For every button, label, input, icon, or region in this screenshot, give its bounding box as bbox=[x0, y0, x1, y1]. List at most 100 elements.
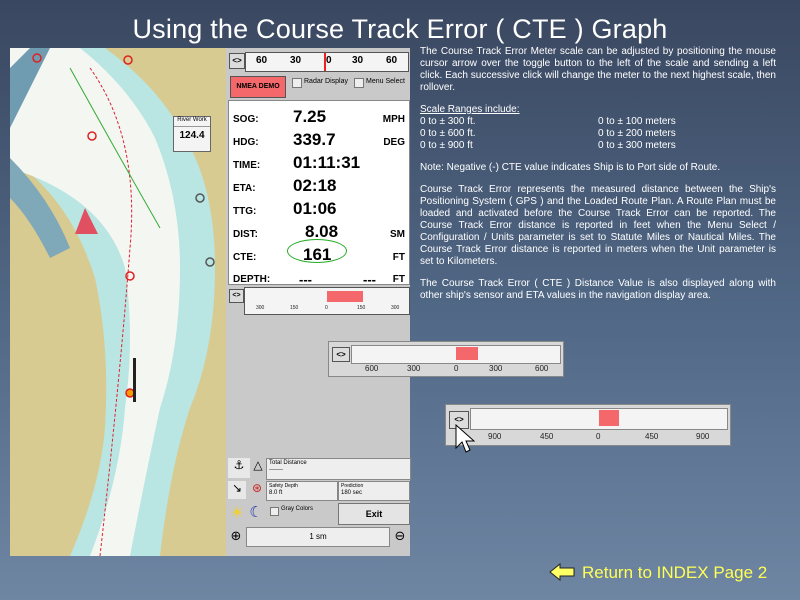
eta-label: ETA: bbox=[233, 183, 256, 194]
meter600-toggle-button[interactable]: <> bbox=[332, 347, 350, 362]
gray-colors-label: Gray Colors bbox=[281, 506, 314, 512]
mouse-cursor-icon bbox=[455, 424, 475, 453]
zoom-in-icon[interactable]: ⊕ bbox=[228, 528, 244, 544]
range-m: 0 to ± 100 meters bbox=[598, 116, 676, 127]
meter600-bar bbox=[456, 347, 478, 360]
sog-row: SOG: 7.25 MPH bbox=[233, 105, 405, 127]
top-scale-tick: 0 bbox=[326, 55, 332, 66]
time-label: TIME: bbox=[233, 160, 261, 171]
depth-value: --- bbox=[299, 272, 312, 287]
description-text: The Course Track Error Meter scale can b… bbox=[420, 46, 776, 312]
sun-icon[interactable]: ☀ bbox=[228, 503, 246, 523]
range-ft: 0 to ± 300 ft. bbox=[420, 116, 476, 127]
depth-unit: FT bbox=[392, 274, 405, 285]
lifebuoy-icon[interactable]: ⊛ bbox=[248, 481, 266, 499]
dist-label: DIST: bbox=[233, 229, 258, 240]
meter900-tick: 450 bbox=[540, 432, 554, 441]
ranges-heading: Scale Ranges include: bbox=[420, 104, 520, 115]
ttg-row: TTG: 01:06 bbox=[233, 197, 405, 219]
prediction-value: 180 sec bbox=[341, 490, 363, 496]
prediction-box[interactable]: Prediction 180 sec bbox=[338, 481, 410, 501]
range-row: 0 to ± 300 ft. 0 to ± 100 meters bbox=[420, 116, 776, 128]
cte-mini-tick: 150 bbox=[290, 305, 299, 311]
hdg-value: 339.7 bbox=[293, 130, 336, 149]
safety-depth-box[interactable]: Safety Depth 8.0 ft bbox=[266, 481, 338, 501]
left-arrow-icon[interactable] bbox=[549, 563, 575, 581]
hdg-unit: DEG bbox=[383, 137, 405, 148]
time-row: TIME: 01:11:31 bbox=[233, 151, 405, 173]
anchor-icon[interactable]: ⚓ bbox=[228, 458, 250, 478]
top-scale-toggle-button[interactable]: <> bbox=[229, 53, 245, 69]
nmea-demo-button[interactable]: NMEA DEMO bbox=[230, 76, 286, 98]
menu-select-checkbox[interactable] bbox=[354, 78, 364, 88]
cte-label: CTE: bbox=[233, 252, 257, 263]
radar-display-label: Radar Display bbox=[304, 78, 348, 85]
cte-mini-bar bbox=[327, 291, 363, 302]
sog-value: 7.25 bbox=[293, 107, 327, 126]
sog-unit: MPH bbox=[382, 114, 405, 125]
cte-row: CTE: 161 FT bbox=[233, 239, 405, 265]
meter900-bar bbox=[599, 410, 619, 426]
time-value: 01:11:31 bbox=[293, 153, 361, 172]
nautical-chart[interactable]: River Work 124.4 bbox=[10, 48, 226, 556]
depth-label: DEPTH: bbox=[233, 274, 271, 285]
meter900-tick: 0 bbox=[596, 432, 601, 441]
meter600-tick: 0 bbox=[454, 364, 459, 373]
river-work-value: 124.4 bbox=[174, 126, 210, 141]
eta-row: ETA: 02:18 bbox=[233, 174, 405, 196]
cte-meter-600: <> 600 300 0 300 600 bbox=[328, 341, 564, 377]
meter600-tick: 600 bbox=[535, 364, 549, 373]
meter600-tick: 300 bbox=[489, 364, 503, 373]
exit-button[interactable]: Exit bbox=[338, 503, 410, 525]
range-row: 0 to ± 900 ft 0 to ± 300 meters bbox=[420, 140, 776, 152]
total-distance-value: ------- bbox=[269, 467, 283, 473]
description-p4: The Course Track Error ( CTE ) Distance … bbox=[420, 278, 776, 301]
hdg-label: HDG: bbox=[233, 137, 259, 148]
heading-marker bbox=[324, 53, 326, 71]
safety-depth-label: Safety Depth bbox=[269, 483, 298, 489]
depth-icon[interactable]: ↘ bbox=[228, 481, 246, 499]
cte-mini-tick: 150 bbox=[357, 305, 366, 311]
cte-mini-meter: 300 150 0 150 300 bbox=[244, 287, 410, 315]
zoom-out-icon[interactable]: ⊖ bbox=[392, 528, 408, 544]
zoom-scale-value: 1 sm bbox=[309, 532, 327, 541]
meter600-tick: 300 bbox=[407, 364, 421, 373]
cte-mini-tick: 0 bbox=[325, 305, 328, 311]
moon-icon[interactable]: ☾ bbox=[247, 503, 265, 523]
top-scale-tick: 60 bbox=[386, 55, 398, 66]
cte-value: 161 bbox=[303, 245, 332, 264]
prediction-label: Prediction bbox=[341, 483, 364, 489]
range-ft: 0 to ± 900 ft bbox=[420, 140, 473, 151]
navigation-readout: SOG: 7.25 MPH HDG: 339.7 DEG TIME: 01:11… bbox=[228, 100, 410, 287]
river-work-box: River Work 124.4 bbox=[173, 116, 211, 152]
cte-scale-toggle-button[interactable]: <> bbox=[229, 289, 244, 303]
river-work-label: River Work bbox=[177, 117, 207, 123]
depth-value-secondary: --- bbox=[363, 272, 376, 287]
return-index-link[interactable]: Return to INDEX Page 2 bbox=[582, 563, 767, 583]
cte-meter-900: <> 900 450 0 450 900 bbox=[445, 404, 731, 446]
triangle-icon[interactable]: △ bbox=[251, 458, 265, 478]
top-scale-tick: 30 bbox=[290, 55, 302, 66]
meter900-tick: 900 bbox=[488, 432, 502, 441]
gray-colors-checkbox[interactable] bbox=[270, 507, 279, 516]
description-p1: The Course Track Error Meter scale can b… bbox=[420, 46, 776, 93]
page-title: Using the Course Track Error ( CTE ) Gra… bbox=[132, 14, 668, 44]
range-m: 0 to ± 300 meters bbox=[598, 140, 676, 151]
cte-mini-tick: 300 bbox=[391, 305, 400, 311]
zoom-scale-select[interactable]: 1 sm bbox=[246, 527, 390, 547]
top-scale-tick: 30 bbox=[352, 55, 364, 66]
radar-display-checkbox[interactable] bbox=[292, 78, 302, 88]
range-row: 0 to ± 600 ft. 0 to ± 200 meters bbox=[420, 128, 776, 140]
total-distance-label: Total Distance bbox=[269, 460, 307, 466]
total-distance-box: Total Distance ------- bbox=[266, 458, 411, 480]
top-scale-tick: 60 bbox=[256, 55, 268, 66]
menu-select-label: Menu Select bbox=[366, 78, 405, 85]
meter900-tick: 450 bbox=[645, 432, 659, 441]
safety-depth-value: 8.0 ft bbox=[269, 490, 283, 496]
dist-unit: SM bbox=[390, 229, 405, 240]
hdg-row: HDG: 339.7 DEG bbox=[233, 128, 405, 150]
description-p2: Note: Negative (-) CTE value indicates S… bbox=[420, 162, 721, 173]
ttg-value: 01:06 bbox=[293, 199, 337, 218]
depth-row: DEPTH: --- --- FT bbox=[233, 265, 405, 287]
description-p3: Course Track Error represents the measur… bbox=[420, 184, 776, 267]
